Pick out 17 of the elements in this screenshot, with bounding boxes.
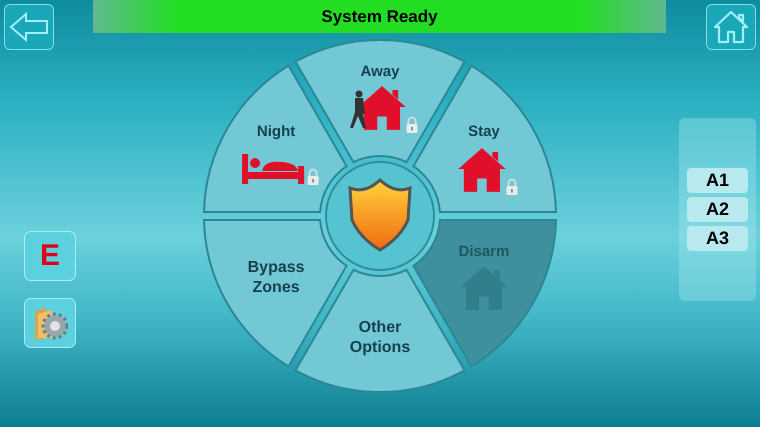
bed-icon — [242, 154, 304, 184]
shield-icon[interactable] — [348, 178, 412, 252]
house-icon — [713, 10, 749, 44]
menu-segment[interactable]: Night — [203, 64, 348, 213]
folder-gear-icon — [32, 304, 68, 342]
walking-person-icon — [350, 90, 366, 128]
area-button[interactable]: A1 — [687, 168, 748, 193]
area-button[interactable]: A3 — [687, 226, 748, 251]
back-button[interactable] — [4, 4, 54, 50]
area-button[interactable]: A2 — [687, 197, 748, 222]
menu-segment[interactable]: Bypass Zones — [203, 219, 348, 368]
back-arrow-icon — [9, 12, 49, 42]
home-button[interactable] — [706, 4, 756, 50]
status-bar: System Ready — [93, 0, 666, 33]
menu-segment[interactable]: Stay — [412, 64, 557, 213]
folder-settings-button[interactable] — [24, 298, 76, 348]
house-icon — [458, 148, 506, 192]
